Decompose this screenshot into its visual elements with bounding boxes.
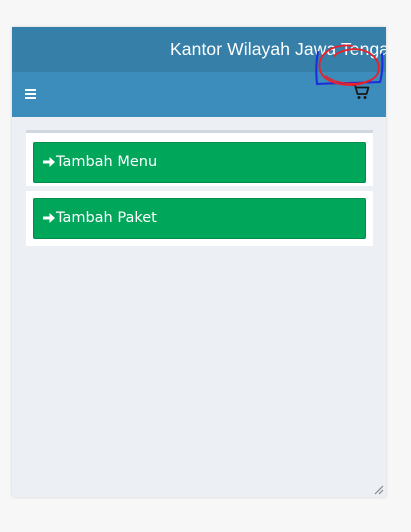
app-window: Kantor Wilayah Jawa Tengah Tambah Menu T… [12,27,386,497]
arrow-right-icon [43,157,55,167]
content-area: Tambah Menu Tambah Paket [12,117,386,497]
menu-card: Tambah Paket [26,191,373,246]
resize-handle-icon[interactable] [373,484,384,495]
button-label: Tambah Menu [56,154,158,170]
shopping-cart-icon[interactable] [350,82,372,102]
tambah-menu-button[interactable]: Tambah Menu [33,142,366,183]
arrow-right-icon [43,213,55,223]
tambah-paket-button[interactable]: Tambah Paket [33,198,366,239]
navbar [12,72,386,117]
button-label: Tambah Paket [56,210,157,226]
hamburger-icon[interactable] [25,88,37,100]
menu-card: Tambah Menu [26,133,373,186]
title-bar: Kantor Wilayah Jawa Tengah [12,27,386,72]
page-title: Kantor Wilayah Jawa Tengah [170,39,386,59]
